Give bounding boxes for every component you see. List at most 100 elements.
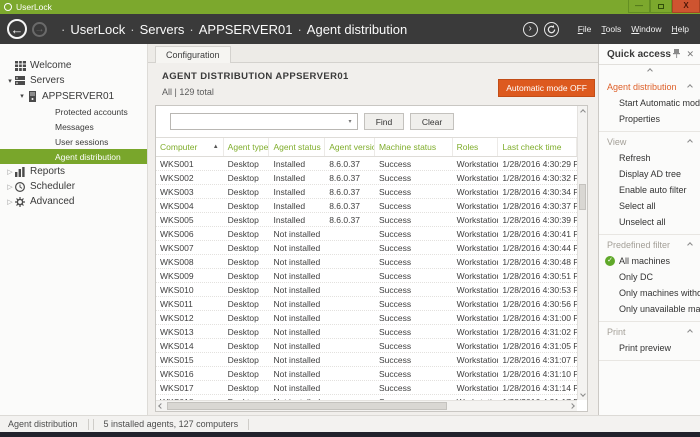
pin-icon[interactable] — [673, 49, 680, 60]
quick-item-print-preview[interactable]: Print preview — [599, 340, 700, 356]
column-header-machine-status[interactable]: Machine status — [375, 138, 453, 156]
collapse-icon[interactable] — [687, 329, 693, 335]
sidebar-item-welcome[interactable]: Welcome — [0, 58, 147, 73]
search-combobox[interactable]: ▾ — [170, 113, 358, 130]
table-row[interactable]: WKS005DesktopInstalled8.6.0.37SuccessWor… — [156, 213, 577, 227]
servers-icon — [14, 75, 26, 86]
expander-closed-icon[interactable]: ▷ — [6, 198, 14, 206]
scroll-right-icon[interactable] — [567, 401, 577, 411]
breadcrumb-segment[interactable]: Agent distribution — [307, 22, 407, 37]
table-header: Computer▲Agent typeAgent statusAgent ver… — [156, 137, 577, 157]
vertical-scrollbar[interactable] — [577, 106, 587, 400]
table-row[interactable]: WKS009DesktopNot installedSuccessWorksta… — [156, 269, 577, 283]
collapse-icon[interactable] — [687, 84, 693, 90]
sidebar-item-servers[interactable]: ▾Servers — [0, 73, 147, 88]
menu-file[interactable]: File — [578, 24, 592, 34]
close-button[interactable]: X — [672, 0, 700, 13]
minimize-button[interactable]: — — [628, 0, 650, 13]
panel-scroll-up-icon[interactable] — [599, 65, 700, 77]
table-cell: Not installed — [269, 355, 325, 365]
column-header-computer[interactable]: Computer▲ — [156, 138, 224, 156]
quick-access-title: Quick access — [607, 49, 673, 60]
column-header-roles[interactable]: Roles — [453, 138, 499, 156]
quick-item-display-ad-tree[interactable]: Display AD tree — [599, 166, 700, 182]
table-row[interactable]: WKS017DesktopNot installedSuccessWorksta… — [156, 381, 577, 395]
column-header-agent-version[interactable]: Agent version — [325, 138, 375, 156]
sidebar-item-label: APPSERVER01 — [42, 91, 114, 102]
clear-button[interactable]: Clear — [410, 113, 454, 130]
table-row[interactable]: WKS016DesktopNot installedSuccessWorksta… — [156, 367, 577, 381]
collapse-icon[interactable] — [687, 139, 693, 145]
scroll-down-icon[interactable] — [578, 389, 587, 399]
combo-dropdown-icon[interactable]: ▾ — [343, 114, 357, 129]
panel-close-icon[interactable]: ✕ — [686, 49, 694, 60]
menu-help[interactable]: Help — [672, 24, 689, 34]
menu-window[interactable]: Window — [631, 24, 661, 34]
expander-open-icon[interactable]: ▾ — [6, 77, 14, 85]
collapse-icon[interactable] — [687, 242, 693, 248]
expander-closed-icon[interactable]: ▷ — [6, 168, 14, 176]
column-header-agent-status[interactable]: Agent status — [269, 138, 325, 156]
table-cell: 1/28/2016 4:30:37 PM — [498, 201, 577, 211]
quick-item-start-automatic-mode[interactable]: Start Automatic mode — [599, 95, 700, 111]
maximize-button[interactable] — [650, 0, 672, 13]
table-row[interactable]: WKS003DesktopInstalled8.6.0.37SuccessWor… — [156, 185, 577, 199]
column-header-last-check-time[interactable]: Last check time — [498, 138, 577, 156]
quick-section-print: PrintPrint preview — [599, 322, 700, 361]
quick-item-enable-auto-filter[interactable]: Enable auto filter — [599, 182, 700, 198]
sidebar-item-appserver01[interactable]: ▾ APPSERVER01 — [0, 88, 147, 104]
table-row[interactable]: WKS004DesktopInstalled8.6.0.37SuccessWor… — [156, 199, 577, 213]
table-row[interactable]: WKS008DesktopNot installedSuccessWorksta… — [156, 255, 577, 269]
expander-open-icon[interactable]: ▾ — [18, 92, 26, 100]
table-row[interactable]: WKS010DesktopNot installedSuccessWorksta… — [156, 283, 577, 297]
breadcrumb-segment[interactable]: APPSERVER01 — [199, 22, 293, 37]
breadcrumb-segment[interactable]: Servers — [140, 22, 185, 37]
breadcrumb-segment[interactable]: UserLock — [70, 22, 125, 37]
table-row[interactable]: WKS015DesktopNot installedSuccessWorksta… — [156, 353, 577, 367]
scroll-up-icon[interactable] — [578, 107, 587, 117]
automatic-mode-button[interactable]: Automatic mode OFF — [498, 79, 595, 97]
quick-item-only-dc[interactable]: Only DC — [599, 269, 700, 285]
quick-section-header[interactable]: View — [599, 134, 700, 150]
table-row[interactable]: WKS002DesktopInstalled8.6.0.37SuccessWor… — [156, 171, 577, 185]
quick-item-unselect-all[interactable]: Unselect all — [599, 214, 700, 230]
quick-item-only-machines-withou-[interactable]: Only machines withou... — [599, 285, 700, 301]
horizontal-scroll-thumb[interactable] — [167, 402, 447, 410]
table-row[interactable]: WKS014DesktopNot installedSuccessWorksta… — [156, 339, 577, 353]
scroll-left-icon[interactable] — [156, 401, 166, 411]
sidebar-item-protected-accounts[interactable]: Protected accounts — [0, 104, 147, 119]
sidebar-item-reports[interactable]: ▷Reports — [0, 164, 147, 179]
menu-tools[interactable]: Tools — [601, 24, 621, 34]
quick-section-header[interactable]: Predefined filter — [599, 237, 700, 253]
table-row[interactable]: WKS006DesktopNot installedSuccessWorksta… — [156, 227, 577, 241]
quick-item-refresh[interactable]: Refresh — [599, 150, 700, 166]
quick-item-only-unavailable-mac-[interactable]: Only unavailable mac... — [599, 301, 700, 317]
table-row[interactable]: WKS001DesktopInstalled8.6.0.37SuccessWor… — [156, 157, 577, 171]
quick-item-select-all[interactable]: Select all — [599, 198, 700, 214]
quick-item-all-machines[interactable]: ✓All machines — [599, 253, 700, 269]
back-button[interactable]: ← — [7, 19, 27, 39]
sidebar-item-user-sessions[interactable]: User sessions — [0, 134, 147, 149]
table-row[interactable]: WKS012DesktopNot installedSuccessWorksta… — [156, 311, 577, 325]
search-input[interactable] — [171, 114, 343, 129]
column-header-agent-type[interactable]: Agent type — [224, 138, 270, 156]
table-cell: Success — [375, 201, 453, 211]
run-chevron-icon[interactable]: › — [523, 22, 538, 37]
tab-configuration[interactable]: Configuration — [155, 46, 231, 63]
sidebar-item-advanced[interactable]: ▷Advanced — [0, 194, 147, 209]
sidebar-item-messages[interactable]: Messages — [0, 119, 147, 134]
horizontal-scrollbar[interactable] — [156, 400, 577, 411]
refresh-icon[interactable] — [544, 22, 559, 37]
sidebar-item-scheduler[interactable]: ▷Scheduler — [0, 179, 147, 194]
sidebar-item-agent-distribution[interactable]: Agent distribution — [0, 149, 147, 164]
find-button[interactable]: Find — [364, 113, 404, 130]
vertical-scroll-thumb[interactable] — [579, 184, 586, 210]
quick-section-header[interactable]: Print — [599, 324, 700, 340]
table-row[interactable]: WKS013DesktopNot installedSuccessWorksta… — [156, 325, 577, 339]
quick-section-header[interactable]: Agent distribution — [599, 79, 700, 95]
forward-button[interactable]: → — [32, 22, 47, 37]
expander-closed-icon[interactable]: ▷ — [6, 183, 14, 191]
quick-item-properties[interactable]: Properties — [599, 111, 700, 127]
table-row[interactable]: WKS007DesktopNot installedSuccessWorksta… — [156, 241, 577, 255]
table-row[interactable]: WKS011DesktopNot installedSuccessWorksta… — [156, 297, 577, 311]
